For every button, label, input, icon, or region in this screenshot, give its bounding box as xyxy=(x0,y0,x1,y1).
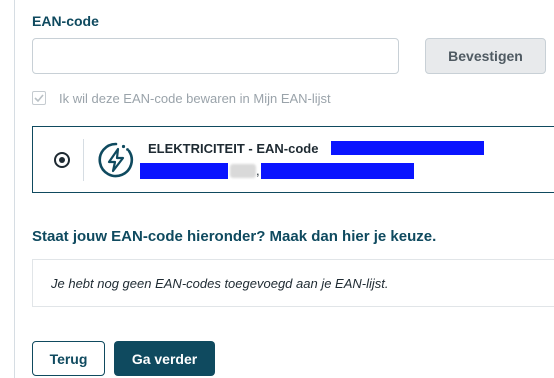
save-ean-option[interactable]: Ik wil deze EAN-code bewaren in Mijn EAN… xyxy=(32,89,331,107)
ean-list-empty-state: Je hebt nog geen EAN-codes toegevoegd aa… xyxy=(32,259,554,307)
back-button[interactable]: Terug xyxy=(32,341,105,376)
ean-list-heading: Staat jouw EAN-code hieronder? Maak dan … xyxy=(32,228,437,245)
selected-ean-card[interactable]: ELEKTRICITEIT - EAN-code , xyxy=(32,126,554,193)
empty-message: Je hebt nog geen EAN-codes toegevoegd aa… xyxy=(51,276,389,291)
ean-code-input[interactable] xyxy=(32,38,399,74)
address-separator: , xyxy=(256,163,260,178)
checkmark-icon xyxy=(34,94,44,103)
redacted-ean-code xyxy=(331,141,484,155)
redacted-street xyxy=(140,163,228,179)
ean-radio-selected[interactable] xyxy=(54,152,70,168)
continue-button[interactable]: Ga verder xyxy=(114,341,215,376)
save-ean-label: Ik wil deze EAN-code bewaren in Mijn EAN… xyxy=(59,90,331,106)
card-divider xyxy=(83,139,84,181)
blurred-house-number xyxy=(230,164,256,178)
save-ean-checkbox[interactable] xyxy=(32,91,46,105)
electricity-icon xyxy=(98,142,134,178)
ean-code-label: EAN-code xyxy=(32,13,99,29)
confirm-button[interactable]: Bevestigen xyxy=(425,38,546,74)
redacted-city xyxy=(261,163,414,179)
card-title: ELEKTRICITEIT - EAN-code xyxy=(148,141,319,156)
